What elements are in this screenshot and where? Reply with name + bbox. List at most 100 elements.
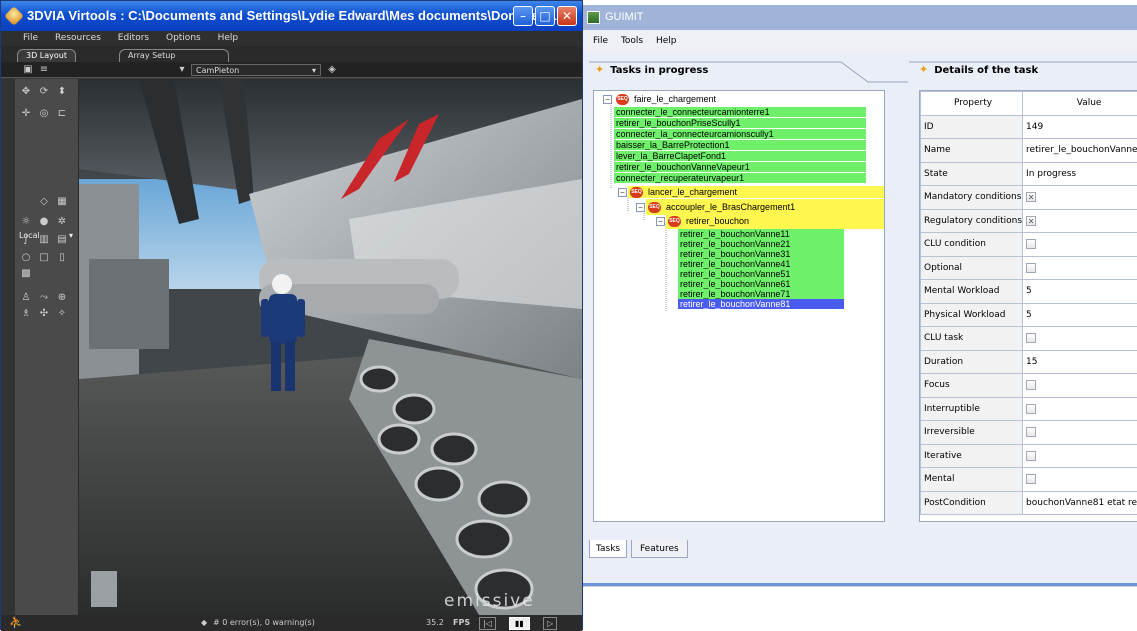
tree-node-task[interactable]: baisser_la_BarreProtection1	[614, 140, 866, 150]
property-name: PostCondition	[921, 491, 1023, 515]
scale-icon[interactable]: ⬍	[57, 87, 67, 97]
menu-editors[interactable]: Editors	[118, 33, 149, 43]
tree-node-task[interactable]: retirer_le_bouchonVanne11	[678, 229, 844, 239]
grid-icon[interactable]: ▦	[57, 197, 67, 207]
close-button[interactable]: ✕	[557, 6, 577, 26]
tree-node-task[interactable]: retirer_le_bouchonVanne61	[678, 279, 844, 289]
property-name: CLU task	[921, 327, 1023, 351]
checked-checkbox-icon[interactable]: ✕	[1026, 192, 1036, 202]
property-checkbox-cell	[1023, 397, 1137, 421]
tree-node-task[interactable]: retirer_le_bouchonPriseScully1	[614, 118, 866, 128]
3d-viewport[interactable]: emissive	[79, 79, 582, 615]
checked-checkbox-icon[interactable]: ✕	[1026, 216, 1036, 226]
3d-scene-render	[79, 79, 582, 615]
property-name: Focus	[921, 374, 1023, 398]
guimit-title: GUIMIT	[605, 11, 644, 23]
star-icon: ✦	[919, 58, 928, 82]
cylinder-icon[interactable]: ▯	[57, 253, 67, 263]
checkbox-icon[interactable]	[1026, 333, 1036, 343]
tree-node-task[interactable]: retirer_le_bouchonVanne71	[678, 289, 844, 299]
path-icon[interactable]: ⤳	[39, 293, 49, 303]
dolly-icon[interactable]: ✧	[57, 309, 67, 319]
camera-value: CamPieton	[196, 66, 239, 75]
seq-icon: SEQ	[648, 202, 661, 213]
place-icon[interactable]: ●	[39, 217, 49, 227]
virtools-logo-icon	[4, 6, 24, 26]
walk-icon[interactable]: ♗	[21, 309, 31, 319]
dropdown-arrow-icon[interactable]: ▾	[177, 65, 187, 75]
tree-node-task[interactable]: retirer_le_bouchonVanneVapeur1	[614, 162, 866, 172]
tree-node-task[interactable]: retirer_le_bouchonVanne51	[678, 269, 844, 279]
collapse-toggle[interactable]: −	[618, 188, 627, 197]
sphere-icon[interactable]: ○	[21, 253, 31, 263]
status-line	[583, 583, 1137, 586]
gear-icon[interactable]: ✲	[57, 217, 67, 227]
curve-icon[interactable]: ∫	[21, 235, 31, 245]
tree-node-task-selected[interactable]: retirer_le_bouchonVanne81	[678, 299, 844, 309]
tab-tasks[interactable]: Tasks	[589, 540, 627, 558]
checkbox-icon[interactable]	[1026, 451, 1036, 461]
property-name: Mental	[921, 468, 1023, 492]
tree-node-label: retirer_bouchon	[686, 216, 749, 226]
translate-icon[interactable]: ✛	[21, 109, 31, 119]
collapse-toggle[interactable]: −	[656, 217, 665, 226]
tree-node-task[interactable]: connecter_la_connecteurcamionscully1	[614, 129, 866, 139]
virtools-menubar: File Resources Editors Options Help	[1, 31, 582, 46]
menu-help[interactable]: Help	[656, 36, 677, 46]
pause-button[interactable]: ▮▮	[509, 617, 530, 630]
plane-icon[interactable]: ▩	[21, 269, 31, 279]
thumbnail-image	[91, 571, 117, 607]
zoom-icon[interactable]: ⊕	[57, 293, 67, 303]
collapse-toggle[interactable]: −	[636, 203, 645, 212]
collapse-toggle[interactable]: −	[603, 95, 612, 104]
camera-select[interactable]: CamPieton ▾	[191, 64, 321, 76]
rotate-icon[interactable]: ⟳	[39, 87, 49, 97]
checkbox-icon[interactable]	[1026, 474, 1036, 484]
menu-options[interactable]: Options	[166, 33, 201, 43]
tree-node-retirer[interactable]: SEQretirer_bouchon	[666, 213, 884, 229]
tree-node-task[interactable]: retirer_le_bouchonVanne21	[678, 239, 844, 249]
tree-node-task[interactable]: connecter_le_connecteurcamionterre1	[614, 107, 866, 117]
tree-node-task[interactable]: connecter_recuperateurvapeur1	[614, 173, 866, 183]
image-icon[interactable]: ▤	[57, 235, 67, 245]
property-name: CLU condition	[921, 233, 1023, 257]
light-icon[interactable]: ☼	[21, 217, 31, 227]
tab-features[interactable]: Features	[631, 540, 688, 558]
tab-array-setup[interactable]: Array Setup	[119, 49, 229, 62]
view-icon[interactable]: ▣	[23, 65, 33, 75]
tab-3d-layout[interactable]: 3D Layout	[17, 49, 76, 62]
property-name: Regulatory conditions	[921, 209, 1023, 233]
camera-settings-icon[interactable]: ◈	[327, 65, 337, 75]
menu-file[interactable]: File	[23, 33, 38, 43]
tree-node-label: lancer_le_chargement	[648, 187, 737, 197]
camera-view-icon[interactable]: ◇	[39, 197, 49, 207]
checkbox-icon[interactable]	[1026, 427, 1036, 437]
tree-node-task[interactable]: retirer_le_bouchonVanne41	[678, 259, 844, 269]
menu-lines-icon[interactable]: ≡	[39, 65, 49, 75]
pan-icon[interactable]: ✣	[39, 309, 49, 319]
checkbox-icon[interactable]	[1026, 263, 1036, 273]
tree-node-lancer[interactable]: SEQlancer_le_chargement	[628, 186, 884, 198]
tree-node-root[interactable]: SEQfaire_le_chargement	[614, 94, 716, 104]
checkbox-icon[interactable]	[1026, 380, 1036, 390]
box-icon[interactable]: □	[39, 253, 49, 263]
tree-node-task[interactable]: lever_la_BarreClapetFond1	[614, 151, 866, 161]
tree-node-task[interactable]: retirer_le_bouchonVanne31	[678, 249, 844, 259]
move-icon[interactable]: ✥	[21, 87, 31, 97]
menu-resources[interactable]: Resources	[55, 33, 101, 43]
maximize-button[interactable]: □	[535, 6, 555, 26]
rewind-button[interactable]: |◁	[479, 617, 496, 630]
character-icon[interactable]: ♙	[21, 293, 31, 303]
menu-tools[interactable]: Tools	[621, 36, 643, 46]
checkbox-icon[interactable]	[1026, 239, 1036, 249]
details-panel-header: ✦Details of the task	[919, 58, 1038, 82]
minimize-button[interactable]: –	[513, 6, 533, 26]
play-button[interactable]: ▷	[543, 617, 557, 630]
frame-icon[interactable]: ⊏	[57, 109, 67, 119]
menu-file[interactable]: File	[593, 36, 608, 46]
orbit-icon[interactable]: ◎	[39, 109, 49, 119]
table-icon[interactable]: ▥	[39, 235, 49, 245]
walk-mode-icon[interactable]: ⛹	[9, 615, 23, 631]
menu-help[interactable]: Help	[218, 33, 239, 43]
checkbox-icon[interactable]	[1026, 404, 1036, 414]
